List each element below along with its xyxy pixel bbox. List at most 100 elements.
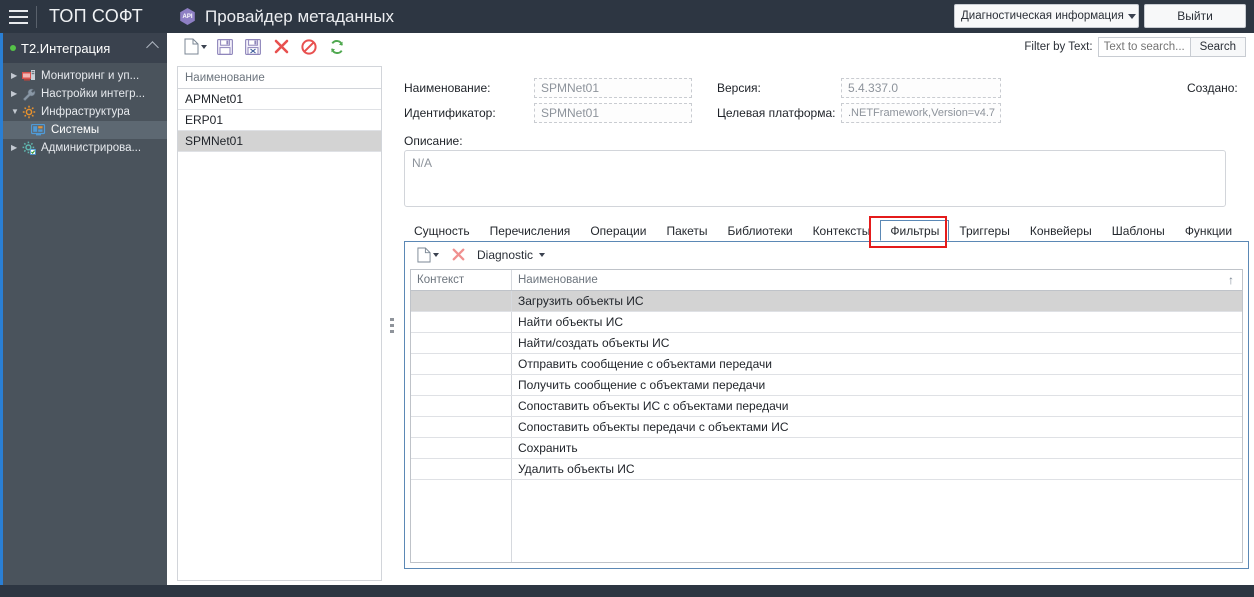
identifier-field-value[interactable]: SPMNet01 [534,103,692,123]
gear-orange-icon [21,105,36,119]
cell-name: Получить сообщение с объектами передачи [518,378,766,392]
wrench-icon [21,88,36,101]
chevron-down-icon [539,252,546,257]
diagnostic-info-dropdown[interactable]: Диагностическая информация [954,4,1139,28]
expand-arrow-icon[interactable]: ▶ [11,72,21,80]
table-row[interactable]: Получить сообщение с объектами передачи [411,375,1242,396]
new-item-dropdown-caret-icon[interactable] [433,252,439,257]
application-window: ТОП СОФТ API Провайдер метаданных Диагно… [0,0,1254,597]
grid-empty-context-column [411,480,512,562]
platform-field-value[interactable]: .NETFramework,Version=v4.7 [841,103,1001,123]
diagnostic-info-label: Диагностическая информация [961,10,1124,22]
platform-field-group: Целевая платформа: .NETFramework,Version… [717,103,1001,123]
new-document-dropdown-caret-icon[interactable] [201,44,207,49]
detail-panel: Наименование: SPMNet01 Идентификатор: SP… [402,60,1254,585]
filter-by-text-group: Filter by Text: Search [1024,36,1254,57]
sidebar-header[interactable]: Т2.Интеграция [3,33,167,63]
logout-button[interactable]: Выйти [1144,4,1246,28]
filters-grid-panel: Diagnostic Контекст Наименование ↑ Загру… [404,242,1249,569]
chevron-down-icon [1127,13,1136,19]
tab-packages[interactable]: Пакеты [656,220,717,241]
chevron-up-icon[interactable] [146,41,159,54]
tab-functions[interactable]: Функции [1175,220,1242,241]
logout-label: Выйти [1177,9,1213,23]
hamburger-menu-icon[interactable] [0,0,36,33]
identifier-field-label: Идентификатор: [404,106,496,120]
grid-column-context[interactable]: Контекст [411,270,512,290]
cell-name: Сохранить [518,441,578,455]
sidebar-item-infrastructure[interactable]: ▼ Инфраструктура [3,103,167,121]
tab-triggers[interactable]: Триггеры [949,220,1020,241]
system-screen-icon [31,124,46,137]
table-row[interactable]: Сохранить [411,438,1242,459]
table-row[interactable]: Найти/создать объекты ИС [411,333,1242,354]
name-field-value[interactable]: SPMNet01 [534,78,692,98]
top-header-bar: ТОП СОФТ API Провайдер метаданных Диагно… [0,0,1254,33]
delete-red-x-icon[interactable] [445,244,471,266]
table-row[interactable]: Удалить объекты ИС [411,459,1242,480]
provider-title: Провайдер метаданных [205,6,394,26]
delete-icon[interactable] [267,35,295,59]
diagnostic-dropdown[interactable]: Diagnostic [477,248,546,262]
sidebar-item-label: Администрирова... [41,142,142,154]
tab-operations[interactable]: Операции [580,220,656,241]
table-row[interactable]: Сопоставить объекты передачи с объектами… [411,417,1242,438]
cell-context [411,375,512,395]
cancel-icon[interactable] [295,35,323,59]
collapse-arrow-icon[interactable]: ▼ [11,108,21,116]
tab-templates[interactable]: Шаблоны [1102,220,1175,241]
tab-libraries[interactable]: Библиотеки [718,220,803,241]
cell-context [411,438,512,458]
tab-pipelines[interactable]: Конвейеры [1020,220,1102,241]
sidebar-item-label: Системы [51,124,100,136]
search-button[interactable]: Search [1189,36,1246,57]
cell-name: Удалить объекты ИС [518,462,635,476]
tab-contexts[interactable]: Контексты [803,220,881,241]
search-input[interactable] [1097,36,1190,57]
sidebar-item-administration[interactable]: ▶ Администрирова... [3,139,167,157]
cell-context [411,396,512,416]
grid-column-name[interactable]: Наименование [512,270,1242,290]
cell-name: Сопоставить объекты ИС с объектами перед… [518,399,789,413]
cell-context [411,291,512,311]
sidebar-item-label: Инфраструктура [41,106,130,118]
save-as-icon[interactable] [239,35,267,59]
list-item[interactable]: ERP01 [178,110,381,131]
sidebar-item-integration-settings[interactable]: ▶ Настройки интегр... [3,85,167,103]
grid-empty-area [411,480,1242,562]
description-textarea[interactable]: N/A [404,150,1226,207]
table-row[interactable]: Найти объекты ИС [411,312,1242,333]
refresh-icon[interactable] [323,35,351,59]
table-row[interactable]: Сопоставить объекты ИС с объектами перед… [411,396,1242,417]
sort-ascending-icon[interactable]: ↑ [1228,273,1234,287]
save-icon[interactable] [211,35,239,59]
tab-entity[interactable]: Сущность [404,220,480,241]
tab-enumerations[interactable]: Перечисления [480,220,581,241]
expand-arrow-icon[interactable]: ▶ [11,90,21,98]
monitor-red-icon [21,70,36,83]
cell-name: Загрузить объекты ИС [518,294,644,308]
status-dot-icon [10,45,16,51]
description-label: Описание: [404,134,463,148]
tab-filters[interactable]: Фильтры [880,220,950,241]
sidebar-item-systems[interactable]: Системы [3,121,167,139]
list-item[interactable]: SPMNet01 [178,131,381,152]
sidebar-title: Т2.Интеграция [21,40,111,56]
filter-by-text-label: Filter by Text: [1024,40,1093,53]
name-field-label: Наименование: [404,81,491,95]
cell-context [411,354,512,374]
gear-teal-icon [21,141,36,155]
version-field-value[interactable]: 5.4.337.0 [841,78,1001,98]
grid-empty-name-column [512,480,1242,562]
cell-context [411,333,512,353]
table-row[interactable]: Загрузить объекты ИС [411,291,1242,312]
cell-name: Сопоставить объекты передачи с объектами… [518,420,789,434]
table-row[interactable]: Отправить сообщение с объектами передачи [411,354,1242,375]
expand-arrow-icon[interactable]: ▶ [11,144,21,152]
panel-splitter-handle[interactable] [387,305,397,345]
sidebar-item-monitoring[interactable]: ▶ Мониторинг и уп... [3,67,167,85]
version-field-group: Версия: 5.4.337.0 [717,78,1001,98]
list-item[interactable]: APMNet01 [178,89,381,110]
name-field-group: Наименование: SPMNet01 [404,78,692,98]
sidebar-item-label: Мониторинг и уп... [41,70,140,82]
